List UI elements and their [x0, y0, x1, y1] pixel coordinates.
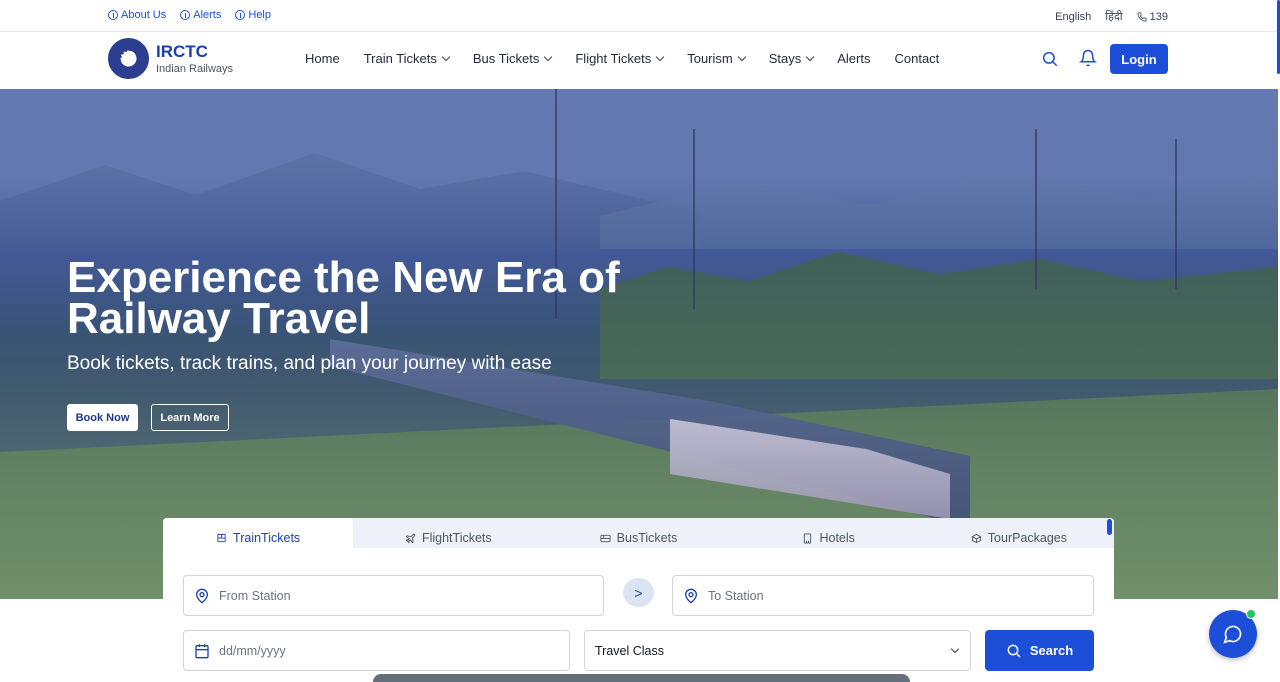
swap-stations-button[interactable]: > — [623, 578, 654, 607]
nav-label: Home — [305, 51, 340, 66]
login-button[interactable]: Login — [1110, 44, 1168, 74]
search-icon[interactable] — [1041, 50, 1059, 68]
building-icon — [804, 532, 812, 544]
tab-label: TrainTickets — [233, 531, 301, 545]
about-us-link[interactable]: About Us — [108, 9, 166, 21]
tab-flight-tickets[interactable]: FlightTickets — [353, 518, 543, 548]
utility-right: English हिंदी 139 — [1055, 9, 1168, 24]
tab-label: BusTickets — [616, 531, 678, 545]
from-station-field[interactable] — [183, 575, 604, 616]
power-tower — [1175, 139, 1177, 289]
alerts-link[interactable]: Alerts — [180, 9, 221, 21]
phone-icon — [1137, 11, 1147, 22]
chevron-down-icon — [544, 52, 553, 62]
chevron-down-icon — [737, 52, 746, 62]
brand[interactable]: IRCTC Indian Railways — [156, 42, 233, 76]
power-tower — [693, 129, 695, 309]
calendar-icon — [195, 643, 209, 658]
nav-stays[interactable]: Stays — [768, 51, 815, 66]
booking-panel: TrainTickets FlightTickets BusTickets Ho… — [163, 518, 1114, 682]
location-pin-icon — [195, 588, 209, 604]
online-status-indicator — [1246, 609, 1256, 619]
nav-alerts[interactable]: Alerts — [837, 51, 870, 66]
chat-bubble-icon — [1223, 625, 1242, 644]
tab-tour-packages[interactable]: TourPackages — [924, 518, 1114, 548]
travel-class-select[interactable]: Travel Class — [584, 630, 971, 671]
main-nav: Home Train Tickets Bus Tickets Flight Ti… — [305, 51, 939, 66]
nav-label: Flight Tickets — [575, 51, 652, 66]
bell-icon[interactable] — [1079, 49, 1097, 67]
nav-tourism[interactable]: Tourism — [687, 51, 746, 66]
help-link[interactable]: Help — [235, 9, 271, 21]
about-us-label: About Us — [121, 9, 167, 21]
language-english[interactable]: English — [1055, 9, 1091, 24]
utility-bar: About Us Alerts Help English हिंदी 139 — [0, 0, 1280, 32]
nav-label: Stays — [768, 51, 802, 66]
journey-date-field[interactable] — [183, 630, 570, 671]
booking-tabs: TrainTickets FlightTickets BusTickets Ho… — [163, 518, 1114, 548]
nav-train-tickets[interactable]: Train Tickets — [363, 51, 451, 66]
nav-flight-tickets[interactable]: Flight Tickets — [575, 51, 665, 66]
tab-label: TourPackages — [987, 531, 1068, 545]
location-pin-icon — [684, 588, 698, 604]
nav-contact[interactable]: Contact — [894, 51, 939, 66]
help-icon — [235, 10, 246, 20]
irctc-logo[interactable] — [108, 38, 149, 79]
to-station-input[interactable] — [708, 588, 1008, 603]
chevron-down-icon — [806, 52, 815, 62]
tab-label: FlightTickets — [421, 531, 492, 545]
train-icon — [217, 533, 226, 542]
hero-subtitle: Book tickets, track trains, and plan you… — [67, 353, 552, 374]
tab-bus-tickets[interactable]: BusTickets — [543, 518, 733, 548]
plane-icon — [405, 533, 416, 543]
package-icon — [971, 533, 981, 543]
to-station-field[interactable] — [672, 575, 1094, 616]
nav-label: Tourism — [687, 51, 733, 66]
main-header: IRCTC Indian Railways Home Train Tickets… — [0, 32, 1280, 89]
learn-more-button[interactable]: Learn More — [151, 404, 229, 431]
nav-label: Bus Tickets — [472, 51, 540, 66]
hero-title: Experience the New Era of Railway Travel — [67, 253, 620, 343]
language-hindi[interactable]: हिंदी — [1105, 9, 1122, 24]
info-icon — [180, 10, 191, 20]
tab-train-tickets[interactable]: TrainTickets — [163, 518, 354, 548]
bus-icon — [600, 534, 611, 542]
chevron-down-icon — [655, 52, 665, 62]
os-dock — [373, 674, 910, 682]
utility-links: About Us Alerts Help — [108, 9, 271, 21]
nav-label: Alerts — [837, 51, 871, 66]
search-label: Search — [1029, 643, 1074, 658]
journey-date-input[interactable] — [219, 643, 519, 658]
travel-class-value: Travel Class — [595, 643, 664, 658]
help-label: Help — [248, 9, 271, 21]
nav-label: Train Tickets — [363, 51, 437, 66]
brand-subtitle: Indian Railways — [156, 63, 234, 75]
nav-home[interactable]: Home — [305, 51, 340, 66]
nav-bus-tickets[interactable]: Bus Tickets — [472, 51, 553, 66]
hero-background-mountains — [0, 153, 700, 249]
nav-label: Contact — [894, 51, 940, 66]
alerts-label: Alerts — [193, 9, 222, 21]
chevron-down-icon — [950, 644, 960, 654]
power-tower — [1035, 129, 1037, 289]
info-icon — [108, 10, 118, 20]
tab-hotels[interactable]: Hotels — [734, 518, 924, 548]
book-now-button[interactable]: Book Now — [67, 404, 138, 431]
tab-label: Hotels — [819, 531, 855, 545]
brand-title: IRCTC — [156, 42, 208, 61]
tabs-scroll-indicator[interactable] — [1107, 519, 1112, 535]
chevron-down-icon — [441, 52, 451, 62]
search-trains-button[interactable]: Search — [985, 630, 1094, 671]
helpline-link[interactable]: 139 — [1137, 9, 1168, 24]
helpline-number: 139 — [1149, 10, 1168, 23]
from-station-input[interactable] — [219, 588, 519, 603]
search-icon — [1007, 644, 1021, 658]
